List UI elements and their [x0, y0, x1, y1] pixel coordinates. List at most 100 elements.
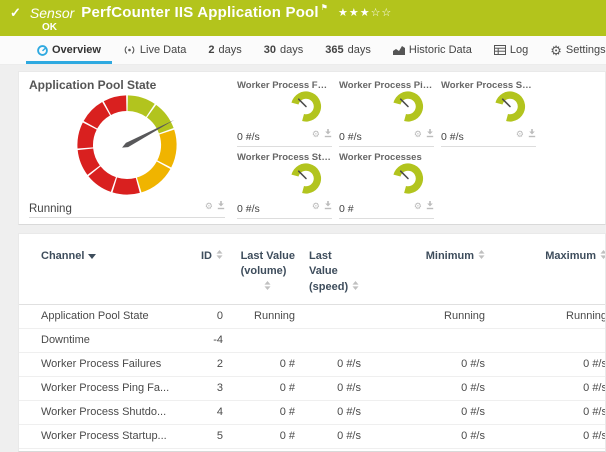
tab-2-days[interactable]: 2days [197, 36, 252, 64]
cell-maximum [501, 329, 606, 353]
download-icon[interactable] [324, 125, 332, 143]
gear-icon: ⚙ [550, 44, 562, 57]
gear-icon[interactable]: ⚙ [312, 130, 320, 139]
cell-maximum: 0 #/s [501, 401, 606, 425]
column-header-channel[interactable]: Channel [19, 234, 185, 305]
column-header-maximum[interactable]: Maximum [501, 234, 606, 305]
small-gauge-title: Worker Process Startup Failu... [237, 152, 332, 163]
table-header-row: Channel IDLast Value(volume)Last Value(sp… [19, 234, 606, 305]
sort-icon[interactable] [241, 281, 295, 293]
tab-label: days [280, 44, 303, 56]
sort-icon[interactable] [216, 249, 223, 264]
main-gauge-title: Application Pool State [29, 78, 225, 92]
tab-label: Settings [566, 44, 606, 56]
sort-icon[interactable] [352, 280, 359, 295]
gear-icon[interactable]: ⚙ [205, 202, 213, 211]
cell-last-value-speed: 0 #/s [307, 353, 371, 377]
column-header-label: Minimum [426, 249, 485, 264]
cell-last-value-speed: 0 #/s [307, 425, 371, 449]
tab-overview[interactable]: Overview [26, 36, 112, 64]
small-gauge-arc [392, 91, 424, 122]
tab-number: 2 [208, 44, 214, 56]
small-gauge-title: Worker Processes [339, 152, 434, 163]
broadcast-icon [123, 45, 136, 55]
small-gauge-value: 0 #/s [237, 203, 260, 215]
download-icon[interactable] [324, 197, 332, 215]
table-row-worker-process-ping-fa: Worker Process Ping Fa...30 #0 #/s0 #/s0… [19, 377, 606, 401]
cell-last-value-volume: 0 # [237, 401, 307, 425]
tab-settings[interactable]: ⚙ Settings [539, 36, 606, 64]
cell-id: 4 [185, 401, 237, 425]
tab-log[interactable]: Log [483, 36, 539, 64]
gauge-icon [37, 45, 48, 56]
sort-icon[interactable] [600, 249, 606, 264]
gear-icon[interactable]: ⚙ [414, 202, 422, 211]
tab-365-days[interactable]: 365days [314, 36, 382, 64]
cell-channel: Worker Process Failures [19, 353, 185, 377]
cell-maximum: 0 #/s [501, 353, 606, 377]
table-row-downtime: Downtime-4 [19, 329, 606, 353]
sort-desc-icon[interactable] [88, 249, 96, 264]
column-header-id[interactable]: ID [185, 234, 237, 305]
cell-minimum: 0 #/s [371, 353, 501, 377]
small-gauge-title: Worker Process Ping Failures [339, 80, 434, 91]
gauge-footer-icons: ⚙ [312, 197, 332, 215]
small-gauge-value: 0 #/s [339, 131, 362, 143]
sensor-kind-label: Sensor [30, 5, 74, 21]
cell-last-value-speed [307, 305, 371, 329]
column-header-minimum[interactable]: Minimum [371, 234, 501, 305]
tab-live-data[interactable]: Live Data [112, 36, 197, 64]
small-gauges-grid: Worker Process Failures0 #/s⚙Worker Proc… [237, 78, 536, 218]
tab-bar: OverviewLive Data2days30days365daysHisto… [0, 36, 606, 65]
small-gauge-worker-process-failures: Worker Process Failures0 #/s⚙ [237, 80, 332, 147]
cell-channel: Application Pool State [19, 305, 185, 329]
priority-stars[interactable]: ★★★☆☆ [338, 6, 392, 19]
cell-minimum: 0 #/s [371, 401, 501, 425]
tab-label: Live Data [140, 44, 186, 56]
small-gauge-value: 0 #/s [237, 131, 260, 143]
application-pool-state-gauge [71, 93, 183, 197]
gear-icon[interactable]: ⚙ [312, 202, 320, 211]
log-icon [494, 45, 506, 55]
cell-minimum: 0 #/s [371, 377, 501, 401]
download-icon[interactable] [426, 197, 434, 215]
table-row-worker-process-shutdo: Worker Process Shutdo...40 #0 #/s0 #/s0 … [19, 401, 606, 425]
column-header-label: Last Value(speed) [309, 249, 361, 295]
cell-id: 3 [185, 377, 237, 401]
cell-id: -4 [185, 329, 237, 353]
gauge-footer-icons: ⚙ [414, 197, 434, 215]
tab-historic-data[interactable]: Historic Data [382, 36, 483, 64]
sort-icon[interactable] [478, 249, 485, 264]
download-icon[interactable] [426, 125, 434, 143]
small-gauge-worker-process-ping-failures: Worker Process Ping Failures 0 #/s ⚙ [339, 80, 434, 147]
column-header-label: Channel [41, 249, 96, 264]
tab-label: Historic Data [409, 44, 472, 56]
tab-label: Overview [52, 44, 101, 56]
small-gauge-arc [494, 91, 526, 122]
cell-minimum: 0 #/s [371, 425, 501, 449]
column-header-last-value-speed[interactable]: Last Value(speed) [307, 234, 371, 305]
gear-icon[interactable]: ⚙ [414, 130, 422, 139]
sensor-title: PerfCounter IIS Application Pool [81, 4, 319, 21]
cell-minimum: Running [371, 305, 501, 329]
cell-last-value-volume: 0 # [237, 353, 307, 377]
cell-channel: Downtime [19, 329, 185, 353]
main-gauge-footer: Running ⚙ [29, 197, 225, 218]
cell-channel: Worker Process Ping Fa... [19, 377, 185, 401]
column-header-last-value-volume[interactable]: Last Value(volume) [237, 234, 307, 305]
gear-icon[interactable]: ⚙ [516, 130, 524, 139]
channels-table-panel: Channel IDLast Value(volume)Last Value(sp… [18, 233, 606, 452]
cell-minimum [371, 329, 501, 353]
star-filled-icons[interactable]: ★★★ [338, 7, 371, 19]
cell-id: 0 [185, 305, 237, 329]
cell-last-value-volume [237, 329, 307, 353]
cell-last-value-speed: 0 #/s [307, 401, 371, 425]
main-gauge-cell: Application Pool State Running ⚙ [29, 78, 225, 218]
download-icon[interactable] [528, 125, 536, 143]
small-gauge-worker-process-shutdown-fa: Worker Process Shutdown Fa...0 #/s⚙ [441, 80, 536, 147]
download-icon[interactable] [217, 197, 225, 215]
tab-30-days[interactable]: 30days [253, 36, 315, 64]
chart-icon [393, 45, 405, 55]
star-empty-icons[interactable]: ☆☆ [371, 7, 393, 19]
cell-id: 5 [185, 425, 237, 449]
